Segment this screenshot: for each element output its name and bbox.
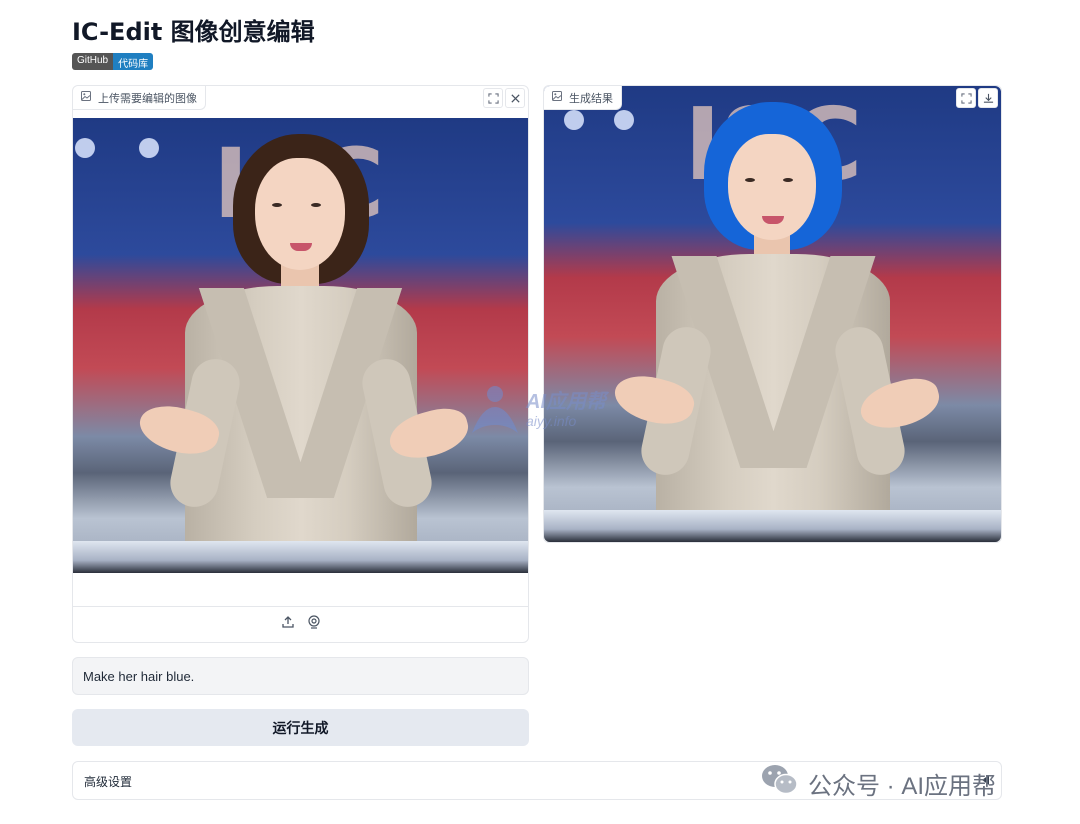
badge-left: GitHub [72,53,114,70]
prompt-input[interactable]: Make her hair blue. [72,657,529,695]
output-image-panel: 生成结果 ISC [543,85,1002,543]
input-panel-label-text: 上传需要编辑的图像 [98,92,197,105]
watermark-title: AI应用帮 [526,391,606,413]
download-icon[interactable] [978,88,998,108]
news-desk [544,510,1001,542]
face [255,158,345,270]
presenter-figure [544,86,1001,542]
output-image: ISC [544,86,1001,542]
input-panel-tools [483,88,525,108]
output-panel-label-text: 生成结果 [569,92,613,105]
wechat-icon [760,763,800,804]
upload-actions [73,606,528,642]
news-desk [73,541,528,573]
advanced-settings-label: 高级设置 [84,775,133,789]
output-panel-tools [956,88,998,108]
input-image-panel[interactable]: 上传需要编辑的图像 ISC [72,85,529,643]
footer-watermark: 公众号 · AI应用帮 [760,763,996,804]
run-generate-button[interactable]: 运行生成 [72,709,529,746]
github-badge[interactable]: GitHub 代码库 [72,53,154,70]
input-panel-label: 上传需要编辑的图像 [73,86,206,110]
badge-right: 代码库 [113,53,154,70]
upload-icon[interactable] [281,615,295,634]
close-icon[interactable] [505,88,525,108]
fullscreen-icon[interactable] [956,88,976,108]
image-icon [81,91,91,104]
input-image: ISC [73,118,528,573]
output-panel-label: 生成结果 [544,86,622,110]
presenter-figure [73,118,528,573]
page-title: IC-Edit 图像创意编辑 [72,18,315,46]
watermark-logo: AI应用帮 aiyy.info [468,385,606,435]
footer-watermark-text: 公众号 · AI应用帮 [808,773,997,800]
fullscreen-icon[interactable] [483,88,503,108]
watermark-sub: aiyy.info [526,413,577,429]
image-icon [552,91,562,104]
watermark-figure-icon [468,385,522,435]
webcam-icon[interactable] [307,615,321,634]
face [728,134,816,240]
